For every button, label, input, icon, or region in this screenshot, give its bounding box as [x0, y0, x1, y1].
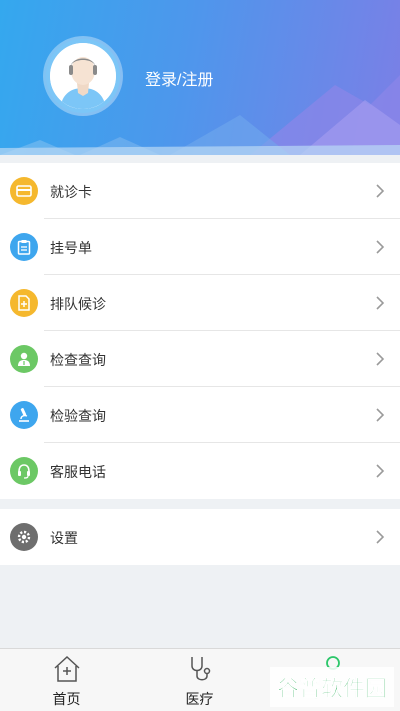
stethoscope-icon — [190, 657, 210, 681]
menu-item-lab-query[interactable]: 检验查询 — [0, 387, 400, 443]
menu-item-label: 排队候诊 — [50, 296, 106, 312]
avatar-illustration — [50, 43, 116, 109]
menu-item-queue[interactable]: 排队候诊 — [0, 275, 400, 331]
menu-item-registration[interactable]: 挂号单 — [0, 219, 400, 275]
doctor-icon — [10, 345, 38, 373]
tab-label: 医疗 — [185, 691, 214, 707]
menu-item-service-phone[interactable]: 客服电话 — [0, 443, 400, 499]
login-register-link[interactable]: 登录/注册 — [145, 66, 213, 90]
menu-list: 就诊卡 挂号单 排队候诊 检查查询 检验查询 客服电话 — [0, 163, 400, 499]
queue-document-icon — [10, 289, 38, 317]
tab-home[interactable]: 首页 — [0, 649, 133, 711]
chevron-right-icon — [376, 352, 385, 366]
home-plus-icon — [53, 655, 80, 682]
chevron-right-icon — [376, 184, 385, 198]
settings-label: 设置 — [50, 530, 78, 546]
menu-item-exam-query[interactable]: 检查查询 — [0, 331, 400, 387]
menu-item-label: 检查查询 — [50, 352, 106, 368]
watermark-text: 谷普软件园 — [277, 676, 387, 702]
chevron-right-icon — [376, 408, 385, 422]
card-icon — [10, 177, 38, 205]
chevron-right-icon — [376, 464, 385, 478]
user-avatar-icon[interactable] — [46, 39, 120, 113]
headset-icon — [10, 457, 38, 485]
chevron-right-icon — [376, 240, 385, 254]
tab-medical[interactable]: 医疗 — [133, 649, 266, 711]
settings-group: 设置 — [0, 509, 400, 565]
watermark-logo: 谷普软件园 — [270, 667, 394, 707]
menu-item-label: 检验查询 — [50, 408, 106, 424]
tab-label: 首页 — [52, 691, 81, 707]
menu-item-clinic-card[interactable]: 就诊卡 — [0, 163, 400, 219]
microscope-icon — [10, 401, 38, 429]
menu-item-label: 就诊卡 — [50, 184, 92, 200]
clipboard-icon — [10, 233, 38, 261]
gear-icon — [10, 523, 38, 551]
profile-header: 登录/注册 — [0, 0, 400, 155]
chevron-right-icon — [376, 530, 385, 544]
menu-item-settings[interactable]: 设置 — [0, 509, 400, 565]
menu-item-label: 客服电话 — [50, 464, 106, 480]
chevron-right-icon — [376, 296, 385, 310]
menu-item-label: 挂号单 — [50, 240, 92, 256]
